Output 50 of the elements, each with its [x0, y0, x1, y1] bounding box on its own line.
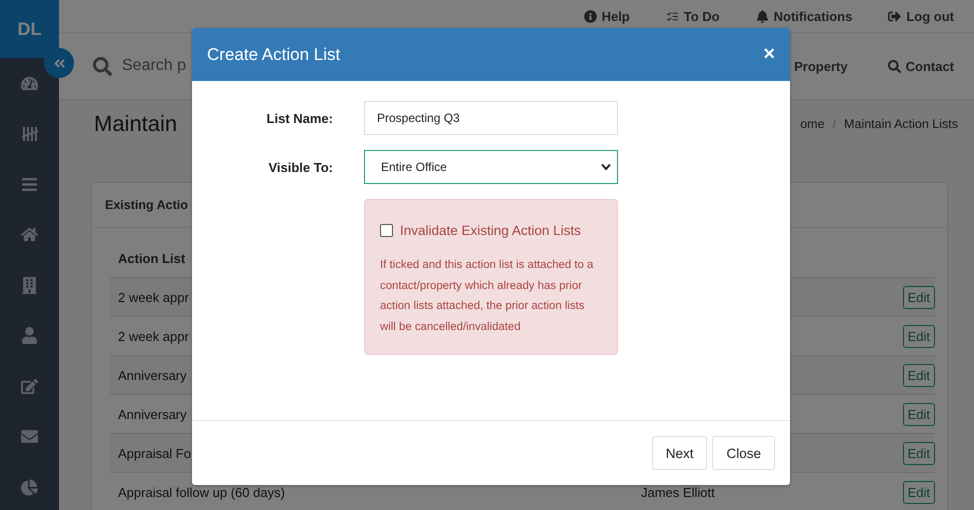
edit-button[interactable]: Edit	[902, 364, 935, 386]
building-icon[interactable]	[21, 276, 38, 294]
quick-link[interactable]: Contact	[888, 58, 954, 74]
table-cell: Appraisal follow up (60 days)	[118, 484, 285, 500]
bell-icon	[756, 10, 769, 22]
field-label: List Name:	[266, 110, 333, 126]
dialog-title: Create Action List	[207, 44, 340, 64]
home-icon[interactable]	[21, 226, 38, 244]
quick-link[interactable]: Property	[794, 58, 848, 74]
table-cell: Anniversary	[118, 368, 187, 382]
edit-button[interactable]: Edit	[902, 402, 935, 426]
edit-button[interactable]: Edit	[902, 286, 935, 308]
pie-chart-icon[interactable]	[21, 478, 38, 496]
page-title: Maintain	[94, 111, 178, 137]
checklist-icon	[666, 10, 679, 22]
info-icon	[584, 10, 597, 22]
logo: DL	[0, 0, 59, 58]
table-cell: James Elliott	[641, 484, 715, 500]
top-link[interactable]: Log out	[888, 8, 954, 24]
close-button[interactable]: ×	[763, 43, 775, 66]
edit-button[interactable]: Edit	[902, 324, 935, 348]
checkbox[interactable]	[380, 224, 393, 237]
table-cell: Appraisal Fo	[118, 446, 191, 460]
top-link[interactable]: Help	[584, 8, 630, 24]
table-cell: 2 week appr	[118, 290, 189, 304]
edit-button[interactable]: Edit	[902, 480, 935, 504]
breadcrumb-item[interactable]: ome	[800, 117, 825, 131]
search-icon	[888, 60, 901, 72]
top-link[interactable]: Notifications	[756, 8, 852, 24]
breadcrumb-item: Maintain Action Lists	[844, 117, 958, 131]
double-chevron-icon	[52, 56, 66, 70]
breadcrumb-separator: /	[832, 117, 836, 131]
edit-button[interactable]: Edit	[902, 442, 935, 464]
gauge-icon[interactable]	[21, 74, 38, 92]
select-field[interactable]: Entire Office	[364, 150, 618, 184]
tally-icon[interactable]	[20, 126, 38, 142]
next-button[interactable]: Next	[652, 436, 708, 470]
close-button[interactable]: Close	[712, 436, 775, 470]
envelope-icon[interactable]	[21, 428, 38, 446]
menu-icon[interactable]	[21, 176, 38, 193]
input-field[interactable]: Prospecting Q3	[364, 101, 618, 135]
caret-icon	[601, 163, 611, 171]
field-label: Visible To:	[268, 160, 333, 174]
top-link[interactable]: To Do	[666, 8, 720, 24]
table-cell: Anniversary	[118, 406, 187, 422]
user-icon[interactable]	[21, 327, 38, 344]
search-icon	[93, 56, 112, 76]
table-cell: 2 week appr	[118, 328, 189, 344]
edit-icon[interactable]	[21, 378, 38, 395]
logout-icon	[888, 10, 902, 22]
